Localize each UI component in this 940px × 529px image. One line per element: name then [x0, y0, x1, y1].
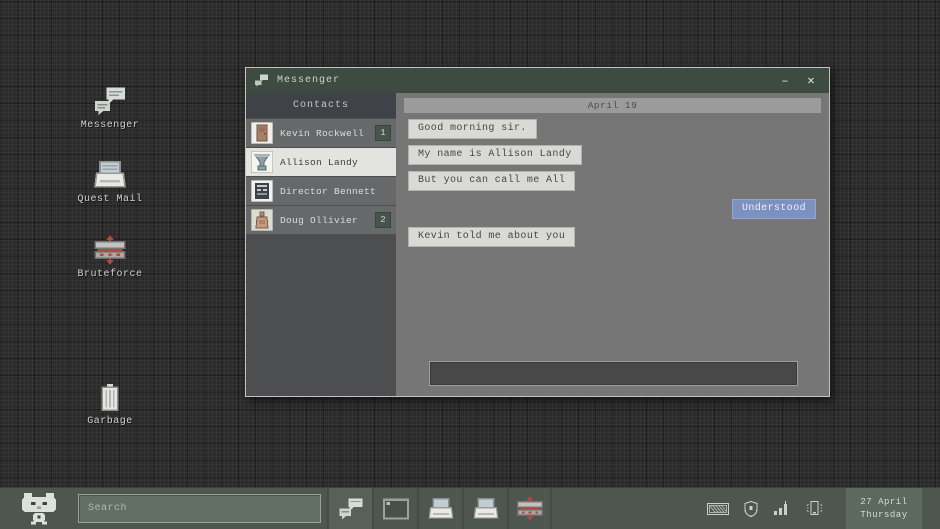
taskbar-app-messenger[interactable] — [327, 488, 372, 529]
desktop-icon-label: Garbage — [58, 416, 162, 427]
start-button[interactable] — [0, 488, 78, 529]
system-tray — [707, 500, 824, 517]
desktop-icon-garbage[interactable]: Garbage — [58, 380, 162, 427]
chat-panel: April 19 Good morning sir. My name is Al… — [396, 93, 829, 396]
desktop-icon-messenger[interactable]: Messenger — [58, 84, 162, 131]
desktop-icon-label: Messenger — [58, 120, 162, 131]
chat-message: Kevin told me about you — [408, 227, 575, 247]
vibrating-phone-icon[interactable] — [805, 500, 824, 517]
bruteforce-icon — [515, 496, 545, 521]
bruteforce-icon — [58, 233, 162, 265]
chat-message: My name is Allison Landy — [408, 145, 582, 165]
contact-row-allison-landy[interactable]: Allison Landy — [246, 148, 396, 176]
contact-row-kevin-rockwell[interactable]: Kevin Rockwell 1 — [246, 119, 396, 147]
taskbar-app-mail-2[interactable] — [462, 488, 507, 529]
contact-name: Director Bennett — [280, 186, 391, 197]
terminal-window-icon — [382, 498, 410, 520]
taskbar-app-mail-1[interactable] — [417, 488, 462, 529]
desktop-icon-label: Bruteforce — [58, 269, 162, 280]
contact-row-director-bennett[interactable]: Director Bennett — [246, 177, 396, 205]
contact-name: Doug Ollivier — [280, 215, 375, 226]
clock-day: Thursday — [860, 509, 907, 522]
keyboard-icon[interactable] — [707, 502, 729, 516]
mail-icon — [428, 497, 454, 521]
taskbar-app-bruteforce[interactable] — [507, 488, 552, 529]
chat-date-header: April 19 — [404, 98, 821, 113]
chat-message: But you can call me All — [408, 171, 575, 191]
messenger-window: Messenger – ✕ Contacts — [245, 67, 830, 397]
contact-name: Kevin Rockwell — [280, 128, 375, 139]
desktop-icon-bruteforce[interactable]: Bruteforce — [58, 233, 162, 280]
chat-bubbles-icon — [338, 497, 364, 520]
taskbar: 27 April Thursday — [0, 487, 940, 529]
chat-bubbles-icon — [254, 74, 269, 87]
search-input[interactable] — [78, 494, 321, 523]
message-input[interactable] — [429, 361, 798, 386]
avatar-building-icon — [251, 180, 273, 202]
mail-icon — [473, 497, 499, 521]
contact-name: Allison Landy — [280, 157, 391, 168]
avatar-bottle-icon — [251, 209, 273, 231]
desktop: Messenger Quest Mail — [0, 0, 940, 529]
unread-badge: 2 — [375, 212, 391, 228]
unread-badge: 1 — [375, 125, 391, 141]
avatar-funnel-icon — [251, 151, 273, 173]
shield-icon[interactable] — [744, 501, 758, 517]
window-titlebar[interactable]: Messenger – ✕ — [246, 68, 829, 93]
contacts-header: Contacts — [246, 93, 396, 118]
contacts-panel: Contacts Kevin Rockwell 1 — [246, 93, 396, 396]
clock-panel: 27 April Thursday — [846, 488, 922, 529]
minimize-button[interactable]: – — [775, 72, 795, 90]
desktop-icon-label: Quest Mail — [58, 194, 162, 205]
taskbar-app-terminal[interactable] — [372, 488, 417, 529]
contact-row-doug-ollivier[interactable]: Doug Ollivier 2 — [246, 206, 396, 234]
window-title: Messenger — [277, 75, 340, 86]
desktop-icon-quest-mail[interactable]: Quest Mail — [58, 158, 162, 205]
clock-date: 27 April — [860, 496, 907, 509]
close-button[interactable]: ✕ — [801, 72, 821, 90]
chat-message-sent: Understood — [732, 199, 816, 219]
mail-icon — [58, 158, 162, 190]
chat-message: Good morning sir. — [408, 119, 537, 139]
cat-logo-icon — [21, 493, 57, 525]
open-apps — [327, 488, 552, 529]
chat-bubbles-icon — [58, 84, 162, 116]
trash-icon — [58, 380, 162, 412]
signal-bars-icon[interactable] — [773, 501, 790, 516]
avatar-door-icon — [251, 122, 273, 144]
